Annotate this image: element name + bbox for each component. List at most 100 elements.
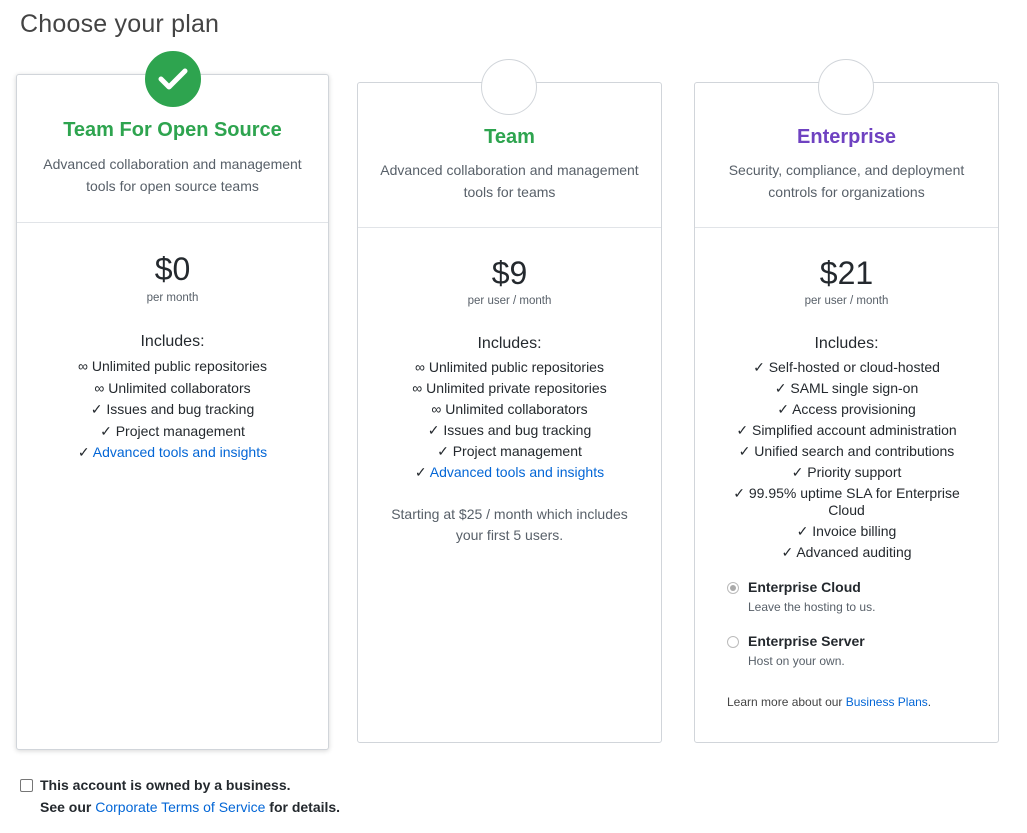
feature-text: SAML single sign-on: [790, 380, 919, 396]
plan-card-enterprise[interactable]: Enterprise Security, compliance, and dep…: [694, 82, 999, 743]
check-icon: ✓: [733, 485, 745, 501]
plan-name: Team For Open Source: [63, 119, 282, 141]
feature-text: Unlimited private repositories: [426, 380, 607, 396]
business-owned-label[interactable]: This account is owned by a business.: [40, 777, 291, 793]
check-icon: ✓: [796, 523, 809, 539]
feature-text: Project management: [115, 422, 245, 439]
plan-description: Advanced collaboration and management to…: [380, 162, 639, 200]
feature-list: ∞ Unlimited public repositories ∞ Unlimi…: [27, 356, 318, 464]
feature-item-link: ✓ Advanced tools and insights: [27, 442, 318, 464]
plan-price: $21: [819, 255, 874, 291]
check-icon: ✓: [77, 444, 90, 460]
check-icon: ✓: [774, 380, 787, 396]
business-plans-link[interactable]: Business Plans: [846, 695, 928, 709]
plan-name: Enterprise: [797, 126, 896, 148]
option-label: Enterprise Server: [748, 633, 865, 649]
feature-text: Access provisioning: [792, 401, 916, 417]
feature-text: Unified search and contributions: [754, 443, 955, 459]
feature-text: Unlimited collaborators: [445, 401, 588, 417]
feature-item: ∞ Unlimited collaborators: [27, 378, 318, 400]
infinity-icon: ∞: [78, 358, 88, 374]
learn-more-suffix: .: [927, 695, 932, 709]
feature-item: ✓ Issues and bug tracking: [27, 399, 318, 421]
learn-more-text: Learn more about our Business Plans.: [727, 695, 931, 709]
feature-text: Invoice billing: [812, 523, 897, 539]
includes-title: Includes:: [477, 335, 542, 352]
feature-text: Unlimited public repositories: [91, 358, 267, 374]
feature-text: Issues and bug tracking: [106, 401, 255, 417]
business-terms-text: See our Corporate Terms of Service for d…: [40, 799, 340, 815]
learn-more-prefix: Learn more about our: [727, 695, 843, 709]
plan-card-team[interactable]: Team Advanced collaboration and manageme…: [357, 82, 662, 743]
option-enterprise-cloud[interactable]: Enterprise Cloud Leave the hosting to us…: [727, 579, 967, 615]
check-icon: ✓: [437, 443, 449, 459]
check-icon: ✓: [100, 422, 112, 439]
check-icon: ✓: [427, 422, 440, 438]
includes-title: Includes:: [814, 335, 879, 352]
pricing-note: Starting at $25 / month which includes y…: [391, 506, 628, 543]
corporate-terms-link[interactable]: Corporate Terms of Service: [95, 799, 265, 815]
feature-item: ✓ Priority support: [725, 462, 968, 483]
feature-item: ✓ Simplified account administration: [725, 420, 968, 441]
page-title: Choose your plan: [20, 10, 220, 38]
feature-text: Self-hosted or cloud-hosted: [768, 359, 940, 375]
infinity-icon: ∞: [431, 401, 442, 417]
option-label: Enterprise Cloud: [748, 579, 861, 595]
business-owned-checkbox[interactable]: [20, 779, 33, 792]
check-icon: ✓: [777, 401, 789, 417]
feature-text: Priority support: [807, 464, 902, 480]
check-icon: ✓: [791, 464, 804, 480]
plan-description: Advanced collaboration and management to…: [43, 156, 302, 194]
option-subtext: Host on your own.: [748, 654, 845, 668]
radio-enterprise-cloud[interactable]: [727, 582, 739, 594]
terms-suffix: for details.: [269, 799, 341, 815]
feature-item: ∞ Unlimited private repositories: [368, 378, 651, 399]
feature-list: ✓ Self-hosted or cloud-hosted ✓ SAML sin…: [725, 357, 968, 563]
feature-item: ✓ Project management: [27, 421, 318, 443]
plan-price-unit: per user / month: [804, 295, 889, 307]
plan-card-open-source[interactable]: Team For Open Source Advanced collaborat…: [16, 74, 329, 750]
feature-item: ✓ Invoice billing: [725, 521, 968, 542]
check-icon: ✓: [414, 464, 427, 480]
plan-name: Team: [484, 126, 535, 148]
advanced-tools-link[interactable]: Advanced tools and insights: [430, 464, 604, 480]
radio-enterprise-server[interactable]: [727, 636, 739, 648]
infinity-icon: ∞: [415, 359, 425, 375]
feature-text: Advanced auditing: [796, 544, 912, 560]
feature-item: ✓ Unified search and contributions: [725, 441, 968, 462]
feature-text: Unlimited collaborators: [108, 379, 251, 396]
feature-item: ✓ Advanced auditing: [725, 542, 968, 563]
advanced-tools-link[interactable]: Advanced tools and insights: [93, 444, 267, 460]
plan-description: Security, compliance, and deployment con…: [728, 162, 965, 200]
feature-item: ✓ Project management: [368, 441, 651, 462]
feature-list: ∞ Unlimited public repositories ∞ Unlimi…: [368, 357, 651, 483]
terms-prefix: See our: [40, 799, 92, 815]
plan-price: $9: [491, 255, 528, 291]
checkmark-icon: [158, 68, 188, 90]
selected-check-icon: [145, 51, 201, 107]
plan-price-unit: per month: [146, 292, 199, 304]
check-icon: ✓: [736, 422, 749, 438]
feature-item: ∞ Unlimited public repositories: [368, 357, 651, 378]
plan-price-unit: per user / month: [467, 295, 552, 307]
option-subtext: Leave the hosting to us.: [748, 600, 876, 614]
feature-item: ✓ Self-hosted or cloud-hosted: [725, 357, 968, 378]
infinity-icon: ∞: [412, 380, 423, 396]
check-icon: ✓: [753, 359, 765, 375]
option-enterprise-server[interactable]: Enterprise Server Host on your own.: [727, 633, 967, 669]
check-icon: ✓: [738, 443, 751, 459]
feature-item: ∞ Unlimited public repositories: [27, 356, 318, 378]
includes-title: Includes:: [140, 333, 205, 350]
feature-item: ✓ Access provisioning: [725, 399, 968, 420]
check-icon: ✓: [781, 544, 794, 560]
unselected-badge: [481, 59, 537, 115]
feature-item: ✓ SAML single sign-on: [725, 378, 968, 399]
feature-text: Project management: [452, 443, 582, 459]
unselected-badge: [818, 59, 874, 115]
infinity-icon: ∞: [94, 379, 105, 396]
feature-item: ✓ 99.95% uptime SLA for Enterprise Cloud: [725, 483, 968, 521]
feature-item: ∞ Unlimited collaborators: [368, 399, 651, 420]
feature-text: 99.95% uptime SLA for Enterprise Cloud: [748, 485, 960, 518]
plan-price: $0: [154, 251, 191, 287]
feature-item-link: ✓ Advanced tools and insights: [368, 462, 651, 483]
